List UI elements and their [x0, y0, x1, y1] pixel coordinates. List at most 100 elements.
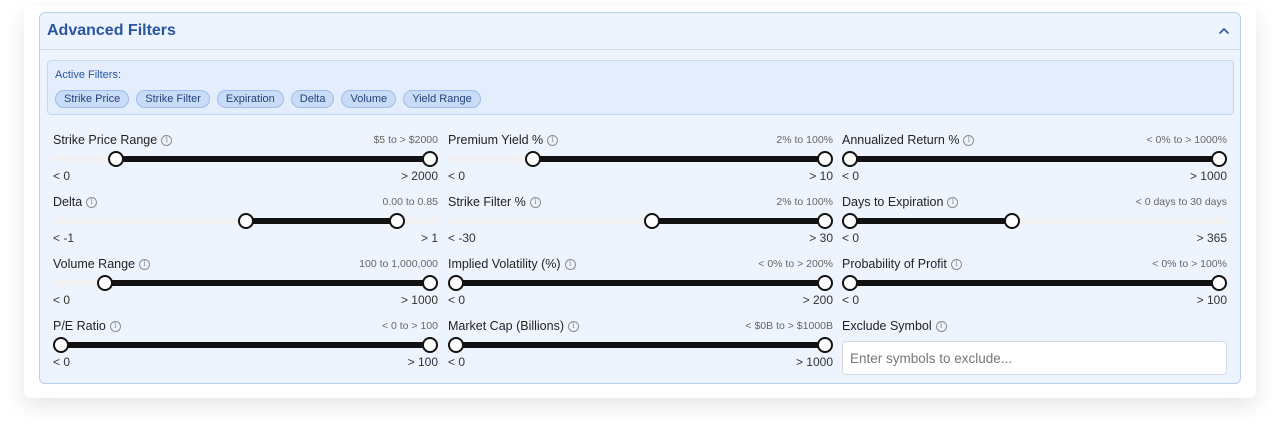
filter-label: Premium Yield %	[448, 133, 544, 147]
info-icon[interactable]	[564, 258, 576, 270]
max-label: > 1000	[1189, 169, 1227, 183]
slider-min-handle[interactable]	[842, 213, 858, 229]
slider-fill	[850, 280, 1219, 286]
filter-chip-strike-price[interactable]: Strike Price	[55, 90, 130, 108]
slider-max-handle[interactable]	[817, 213, 833, 229]
min-label: < -30	[448, 231, 476, 245]
info-icon[interactable]	[947, 196, 959, 208]
slider-fill	[456, 280, 825, 286]
filter-chip-volume[interactable]: Volume	[341, 90, 397, 108]
filter-label: Annualized Return %	[842, 133, 960, 147]
range-text: 2% to 100%	[776, 134, 833, 146]
range-slider[interactable]	[448, 275, 833, 291]
max-label: > 1000	[400, 293, 438, 307]
slider-max-handle[interactable]	[388, 213, 405, 229]
filter-delta: Delta 0.00 to 0.85 < -1 > 1	[53, 193, 438, 253]
info-icon[interactable]	[161, 134, 173, 146]
filter-label: Implied Volatility (%)	[448, 257, 561, 271]
filter-pe-ratio: P/E Ratio < 0 to > 100 < 0 > 100	[53, 317, 438, 377]
slider-max-handle[interactable]	[1211, 275, 1227, 291]
panel-header[interactable]: Advanced Filters	[40, 13, 1240, 50]
slider-min-handle[interactable]	[448, 337, 464, 353]
filter-chip-strike-filter[interactable]: Strike Filter	[136, 90, 210, 108]
info-icon[interactable]	[568, 320, 580, 332]
range-slider[interactable]	[53, 151, 438, 167]
range-text: < 0% to > 1000%	[1146, 134, 1227, 146]
range-slider[interactable]	[842, 213, 1227, 229]
slider-min-handle[interactable]	[448, 275, 464, 291]
slider-max-handle[interactable]	[817, 275, 833, 291]
slider-min-handle[interactable]	[53, 337, 69, 353]
slider-fill	[850, 218, 1013, 224]
info-icon[interactable]	[109, 320, 121, 332]
min-label: < 0	[53, 355, 71, 369]
panel-title: Advanced Filters	[47, 22, 176, 39]
advanced-filters-panel: Advanced Filters Active Filters: Strike …	[39, 12, 1241, 384]
slider-max-handle[interactable]	[422, 275, 438, 291]
exclude-symbol-label: Exclude Symbol	[842, 319, 932, 333]
slider-fill	[850, 156, 1219, 162]
min-label: < 0	[53, 169, 71, 183]
slider-max-handle[interactable]	[422, 337, 438, 353]
filter-label: Probability of Profit	[842, 257, 947, 271]
max-label: > 200	[802, 293, 833, 307]
range-slider[interactable]	[448, 213, 833, 229]
slider-min-handle[interactable]	[108, 151, 125, 167]
range-slider[interactable]	[842, 151, 1227, 167]
filter-market-cap: Market Cap (Billions) < $0B to > $1000B …	[448, 317, 833, 377]
filter-exclude-symbol: Exclude Symbol	[842, 317, 1227, 377]
slider-min-handle[interactable]	[237, 213, 254, 229]
filter-strike-price-range: Strike Price Range $5 to > $2000 < 0 > 2…	[53, 131, 438, 191]
info-icon[interactable]	[86, 196, 98, 208]
active-filters-box: Active Filters: Strike Price Strike Filt…	[47, 60, 1234, 115]
info-icon[interactable]	[963, 134, 975, 146]
range-slider[interactable]	[842, 275, 1227, 291]
slider-min-handle[interactable]	[842, 151, 858, 167]
active-filters-label: Active Filters:	[55, 69, 122, 81]
info-icon[interactable]	[935, 320, 947, 332]
max-label: > 100	[1196, 293, 1227, 307]
max-label: > 10	[809, 169, 833, 183]
min-label: < 0	[448, 293, 466, 307]
slider-max-handle[interactable]	[817, 151, 833, 167]
info-icon[interactable]	[139, 258, 151, 270]
range-slider[interactable]	[53, 337, 438, 353]
filter-volume-range: Volume Range 100 to 1,000,000 < 0 > 1000	[53, 255, 438, 315]
chevron-up-icon[interactable]	[1216, 23, 1232, 39]
slider-min-handle[interactable]	[842, 275, 858, 291]
slider-max-handle[interactable]	[817, 337, 833, 353]
slider-max-handle[interactable]	[422, 151, 438, 167]
range-slider[interactable]	[53, 275, 438, 291]
range-text: < 0% to > 200%	[758, 258, 833, 270]
slider-min-handle[interactable]	[97, 275, 114, 291]
max-label: > 100	[407, 355, 438, 369]
range-text: < 0% to > 100%	[1152, 258, 1227, 270]
info-icon[interactable]	[547, 134, 559, 146]
range-slider[interactable]	[53, 213, 438, 229]
filter-implied-volatility: Implied Volatility (%) < 0% to > 200% < …	[448, 255, 833, 315]
min-label: < 0	[842, 169, 860, 183]
slider-min-handle[interactable]	[525, 151, 542, 167]
exclude-symbol-input[interactable]	[842, 341, 1227, 375]
info-icon[interactable]	[529, 196, 541, 208]
slider-fill	[456, 342, 825, 348]
filter-premium-yield: Premium Yield % 2% to 100% < 0 > 10	[448, 131, 833, 191]
range-slider[interactable]	[448, 151, 833, 167]
max-label: > 1	[420, 231, 438, 245]
slider-max-handle[interactable]	[1004, 213, 1021, 229]
info-icon[interactable]	[950, 258, 962, 270]
filter-label: Days to Expiration	[842, 195, 944, 209]
filter-chip-delta[interactable]: Delta	[290, 90, 335, 108]
range-text: < $0B to > $1000B	[745, 320, 833, 332]
filter-chip-expiration[interactable]: Expiration	[216, 90, 284, 108]
max-label: > 365	[1196, 231, 1227, 245]
filter-chip-yield-range[interactable]: Yield Range	[403, 90, 481, 108]
min-label: < 0	[448, 169, 466, 183]
slider-min-handle[interactable]	[643, 213, 660, 229]
min-label: < 0	[842, 231, 860, 245]
filter-label: P/E Ratio	[53, 319, 106, 333]
range-slider[interactable]	[448, 337, 833, 353]
slider-fill	[651, 218, 825, 224]
range-text: < 0 to > 100	[381, 320, 438, 332]
slider-max-handle[interactable]	[1211, 151, 1227, 167]
